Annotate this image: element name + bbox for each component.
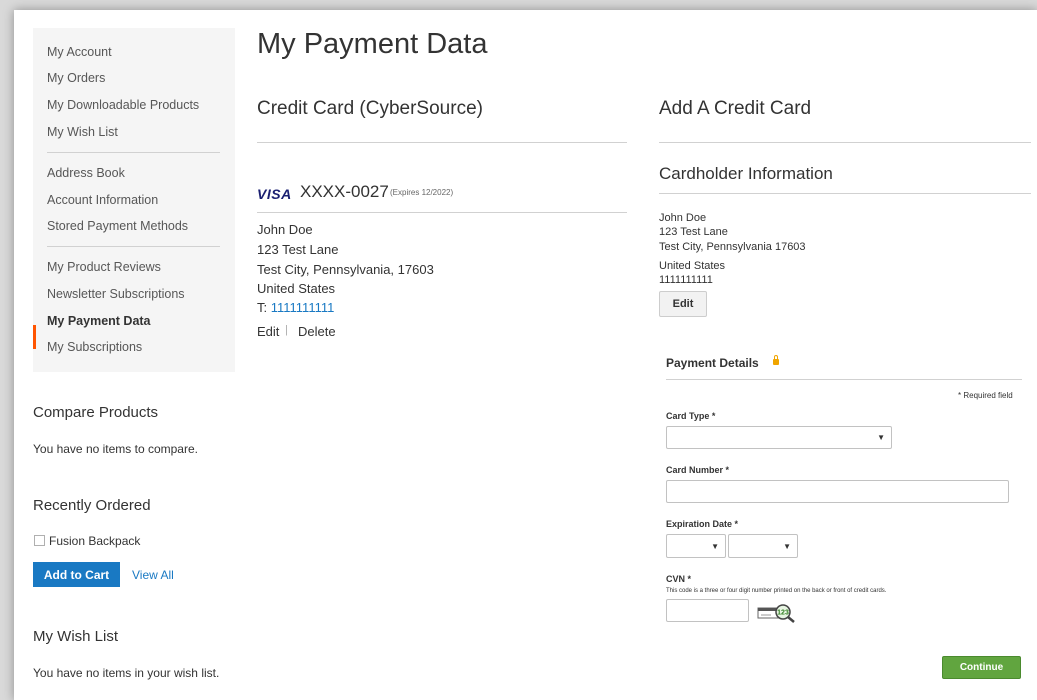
card-type-label: Card Type *: [666, 411, 716, 421]
current-item-indicator: [33, 325, 36, 349]
required-field-note: * Required field: [958, 391, 1013, 400]
compare-empty-text: You have no items to compare.: [33, 442, 198, 456]
card-number: XXXX-0027: [300, 182, 389, 201]
sidebar-item-address-book[interactable]: Address Book: [47, 166, 125, 180]
expiration-month-select[interactable]: ▼: [666, 534, 726, 558]
page-title: My Payment Data: [257, 28, 488, 60]
cvn-icon-text: 123: [777, 610, 789, 617]
compare-products-title: Compare Products: [33, 404, 159, 421]
sidebar-item-my-orders[interactable]: My Orders: [47, 71, 105, 85]
cvn-card-icon: 123: [757, 604, 795, 623]
add-to-cart-button[interactable]: Add to Cart: [33, 562, 120, 587]
recently-ordered-item[interactable]: Fusion Backpack: [49, 534, 140, 548]
wishlist-empty-text: You have no items in your wish list.: [33, 666, 220, 680]
sidebar-item-product-reviews[interactable]: My Product Reviews: [47, 260, 161, 274]
cardholder-street: 123 Test Lane: [659, 226, 728, 238]
stored-card-city: Test City, Pennsylvania, 17603: [257, 262, 434, 277]
nav-divider: [47, 152, 220, 153]
sidebar-item-stored-payment-methods[interactable]: Stored Payment Methods: [47, 219, 188, 233]
sidebar-item-downloadable-products[interactable]: My Downloadable Products: [47, 98, 199, 112]
payment-divider: [666, 379, 1022, 380]
cardholder-city: Test City, Pennsylvania 17603: [659, 241, 806, 253]
cardholder-name: John Doe: [659, 212, 707, 224]
section-divider: [659, 142, 1031, 143]
stored-card-name: John Doe: [257, 222, 313, 237]
expiration-year-select[interactable]: ▼: [728, 534, 798, 558]
chevron-down-icon: ▼: [711, 542, 719, 551]
recently-ordered-checkbox[interactable]: [34, 535, 45, 546]
nav-divider: [47, 246, 220, 247]
stored-card-delete-link[interactable]: Delete: [298, 324, 336, 339]
sidebar-item-account-information[interactable]: Account Information: [47, 193, 158, 207]
card-number-input[interactable]: [666, 480, 1009, 503]
account-sidebar-nav: My Account My Orders My Downloadable Pro…: [33, 28, 235, 372]
section-divider: [257, 142, 627, 143]
stored-card-section-title: Credit Card (CyberSource): [257, 98, 483, 119]
lock-icon: [773, 355, 779, 365]
cvn-label: CVN *: [666, 574, 692, 584]
cvn-input[interactable]: [666, 599, 749, 622]
stored-card-edit-link[interactable]: Edit: [257, 324, 279, 339]
wishlist-title: My Wish List: [33, 628, 119, 645]
cardholder-divider: [659, 193, 1031, 194]
recently-ordered-title: Recently Ordered: [33, 497, 151, 514]
phone-link[interactable]: 1111111111: [271, 300, 335, 315]
link-separator: |: [285, 324, 288, 336]
card-divider: [257, 212, 627, 213]
cardholder-title: Cardholder Information: [659, 164, 833, 183]
chevron-down-icon: ▼: [877, 433, 885, 442]
phone-prefix: T:: [257, 300, 271, 315]
page-frame: My Account My Orders My Downloadable Pro…: [14, 10, 1037, 700]
sidebar-item-newsletter-subscriptions[interactable]: Newsletter Subscriptions: [47, 287, 185, 301]
cardholder-edit-button[interactable]: Edit: [659, 291, 707, 317]
stored-card-country: United States: [257, 281, 336, 296]
sidebar-item-my-account[interactable]: My Account: [47, 45, 112, 59]
visa-logo-icon: VISA: [257, 186, 292, 202]
card-type-select[interactable]: ▼: [666, 426, 892, 449]
stored-card-street: 123 Test Lane: [257, 242, 339, 257]
sidebar-item-subscriptions[interactable]: My Subscriptions: [47, 340, 142, 354]
payment-details-title: Payment Details: [666, 356, 759, 370]
view-all-link[interactable]: View All: [132, 568, 174, 582]
cardholder-phone: 1111111111: [659, 274, 713, 286]
cvn-note: This code is a three or four digit numbe…: [666, 588, 887, 594]
sidebar-item-payment-data[interactable]: My Payment Data: [47, 314, 151, 328]
card-number-label: Card Number *: [666, 465, 730, 475]
cardholder-country: United States: [659, 260, 726, 272]
add-card-section-title: Add A Credit Card: [659, 98, 812, 119]
expiration-date-label: Expiration Date *: [666, 519, 739, 529]
sidebar-item-wish-list[interactable]: My Wish List: [47, 125, 118, 139]
chevron-down-icon: ▼: [783, 542, 791, 551]
continue-button[interactable]: Continue: [942, 656, 1021, 679]
card-expiry: (Expires 12/2022): [390, 188, 454, 197]
stored-card-phone: T: 1111111111: [257, 300, 334, 315]
